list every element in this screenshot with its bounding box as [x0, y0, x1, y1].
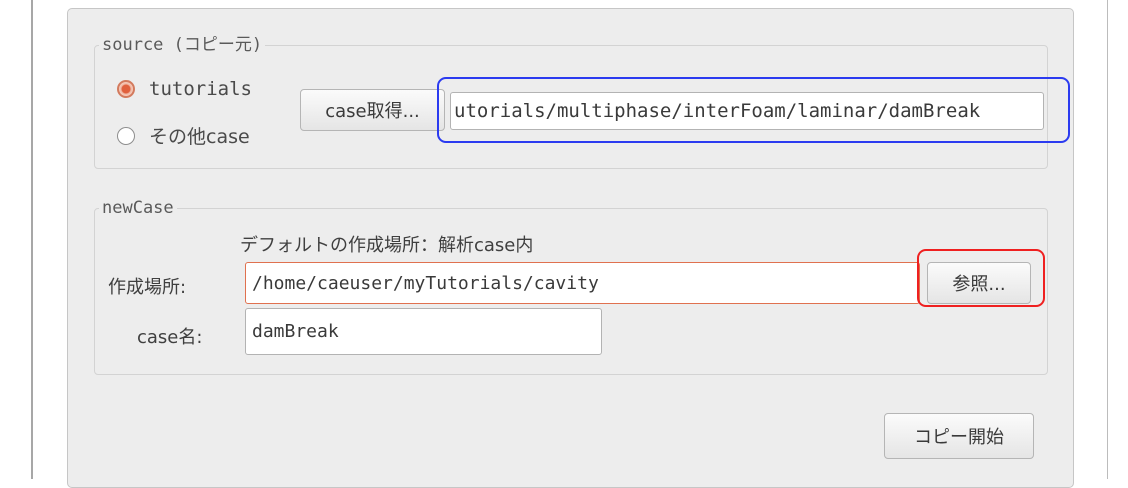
case-name-value: damBreak	[252, 321, 339, 342]
case-name-label-text: case名:	[137, 327, 203, 348]
radio-tutorials-label: tutorials	[149, 78, 252, 100]
window-edge-left	[31, 0, 33, 479]
newcase-groupbox: newCase デフォルトの作成場所：解析case内 作成場所: /home/c…	[94, 197, 1048, 375]
radio-other-case[interactable]: その他case	[117, 122, 250, 149]
copy-case-dialog: source (コピー元) tutorials その他case case取得..…	[67, 8, 1074, 488]
radio-other-case-label: その他case	[149, 126, 250, 148]
radio-selected-icon	[117, 80, 135, 98]
case-name-field[interactable]: damBreak	[245, 308, 602, 355]
location-field[interactable]: /home/caeuser/myTutorials/cavity	[245, 262, 920, 304]
source-path-value: utorials/multiphase/interFoam/laminar/da…	[454, 100, 981, 122]
default-location-note: デフォルトの作成場所：解析case内	[240, 235, 534, 256]
window-edge-right	[1107, 0, 1108, 479]
source-group-title: source (コピー元)	[99, 34, 266, 56]
location-label: 作成場所:	[108, 277, 187, 298]
newcase-group-title: newCase	[99, 197, 177, 219]
start-copy-button[interactable]: コピー開始	[884, 413, 1034, 459]
radio-unselected-icon	[117, 126, 135, 145]
source-path-field[interactable]: utorials/multiphase/interFoam/laminar/da…	[450, 92, 1044, 130]
get-case-button[interactable]: case取得...	[300, 89, 445, 131]
radio-tutorials[interactable]: tutorials	[117, 78, 252, 100]
source-groupbox: source (コピー元) tutorials その他case case取得..…	[94, 34, 1048, 169]
case-name-label: case名:	[137, 323, 202, 349]
location-value: /home/caeuser/myTutorials/cavity	[252, 272, 599, 294]
browse-button[interactable]: 参照...	[927, 262, 1031, 304]
